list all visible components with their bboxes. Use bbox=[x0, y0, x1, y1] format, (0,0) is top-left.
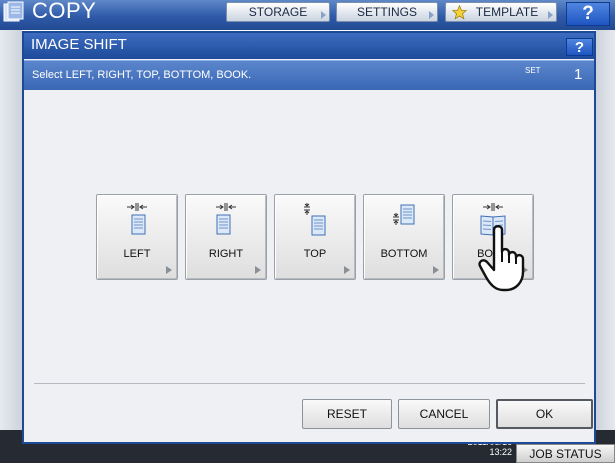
bottom-button[interactable]: BOTTOM bbox=[363, 194, 445, 280]
job-status-label: JOB STATUS bbox=[529, 446, 602, 461]
left-button[interactable]: LEFT bbox=[96, 194, 178, 280]
cancel-button[interactable]: CANCEL bbox=[398, 399, 490, 429]
tab-settings[interactable]: SETTINGS bbox=[336, 2, 438, 22]
footer-divider bbox=[34, 383, 585, 384]
status-time: 13:22 bbox=[489, 447, 512, 457]
star-icon bbox=[452, 5, 467, 20]
copy-top-bar: COPY STORAGE SETTINGS TEMPLATE ? bbox=[0, 0, 615, 30]
right-label: RIGHT bbox=[208, 248, 244, 260]
instruction-message: Select LEFT, RIGHT, TOP, BOTTOM, BOOK. bbox=[32, 69, 252, 81]
help-dialog-label: ? bbox=[574, 38, 585, 56]
tab-template[interactable]: TEMPLATE bbox=[445, 2, 557, 22]
tab-template-arrow-icon bbox=[548, 11, 553, 19]
copy-title: COPY bbox=[32, 0, 97, 23]
top-button[interactable]: TOP bbox=[274, 194, 356, 280]
cancel-label: CANCEL bbox=[419, 407, 469, 421]
tab-storage-arrow-icon bbox=[321, 11, 326, 19]
bottom-shift-icon bbox=[393, 204, 415, 225]
top-label: TOP bbox=[303, 248, 327, 260]
help-button-top[interactable]: ? bbox=[566, 2, 610, 26]
bottom-label: BOTTOM bbox=[380, 248, 428, 260]
bottom-arrow-icon bbox=[433, 266, 439, 274]
top-arrow-icon bbox=[344, 266, 350, 274]
tab-storage-label: STORAGE bbox=[248, 5, 308, 19]
left-shift-icon bbox=[127, 203, 147, 235]
top-shift-icon bbox=[304, 203, 326, 236]
set-count: 1 bbox=[574, 66, 583, 83]
right-shift-icon bbox=[216, 203, 236, 235]
tab-template-label: TEMPLATE bbox=[475, 5, 539, 19]
reset-label: RESET bbox=[326, 407, 367, 421]
reset-button[interactable]: RESET bbox=[302, 399, 392, 429]
left-arrow-icon bbox=[166, 266, 172, 274]
message-bar: Select LEFT, RIGHT, TOP, BOTTOM, BOOK. S… bbox=[24, 60, 594, 90]
tab-settings-label: SETTINGS bbox=[356, 5, 417, 19]
tab-storage[interactable]: STORAGE bbox=[226, 2, 330, 22]
dialog-header: IMAGE SHIFT ? bbox=[24, 33, 594, 59]
right-button[interactable]: RIGHT bbox=[185, 194, 267, 280]
background-left-panel bbox=[0, 30, 22, 430]
set-label: SET bbox=[525, 66, 541, 75]
ok-button[interactable]: OK bbox=[496, 399, 593, 429]
job-status-button[interactable]: JOB STATUS bbox=[516, 444, 615, 463]
dialog-title: IMAGE SHIFT bbox=[31, 36, 127, 53]
copy-icon bbox=[3, 1, 24, 22]
left-label: LEFT bbox=[123, 248, 151, 260]
help-top-label: ? bbox=[582, 3, 594, 24]
tab-settings-arrow-icon bbox=[429, 11, 434, 19]
ok-label: OK bbox=[535, 407, 554, 421]
right-arrow-icon bbox=[255, 266, 261, 274]
help-button[interactable]: ? bbox=[566, 38, 593, 56]
background-right-panel bbox=[596, 30, 615, 430]
pointing-hand-icon bbox=[478, 225, 525, 292]
